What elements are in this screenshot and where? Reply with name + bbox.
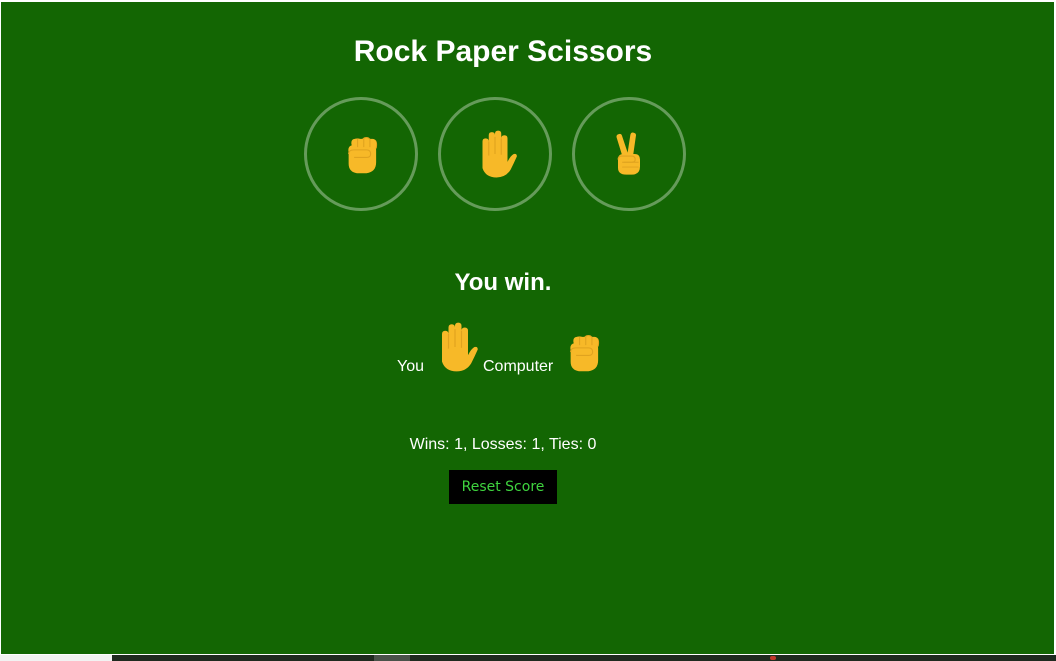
score-text: Wins: 1, Losses: 1, Ties: 0 (409, 436, 597, 453)
scissors-victory-icon (615, 132, 641, 176)
rock-fist-icon (569, 334, 600, 372)
result-text: You win. (454, 269, 552, 296)
scissors-button[interactable] (572, 97, 686, 211)
computer-label: Computer (483, 358, 554, 375)
page-title: Rock Paper Scissors (353, 35, 653, 68)
taskbar-strip (0, 655, 1056, 661)
game-page: Rock Paper Scissors You win. You Compute… (1, 2, 1054, 654)
rock-button[interactable] (304, 97, 418, 211)
paper-button[interactable] (438, 97, 552, 211)
reset-score-button[interactable]: Reset Score (449, 470, 557, 504)
you-label: You (397, 358, 424, 375)
rock-fist-icon (347, 136, 378, 174)
paper-hand-icon (441, 322, 479, 372)
paper-hand-icon (481, 130, 518, 178)
